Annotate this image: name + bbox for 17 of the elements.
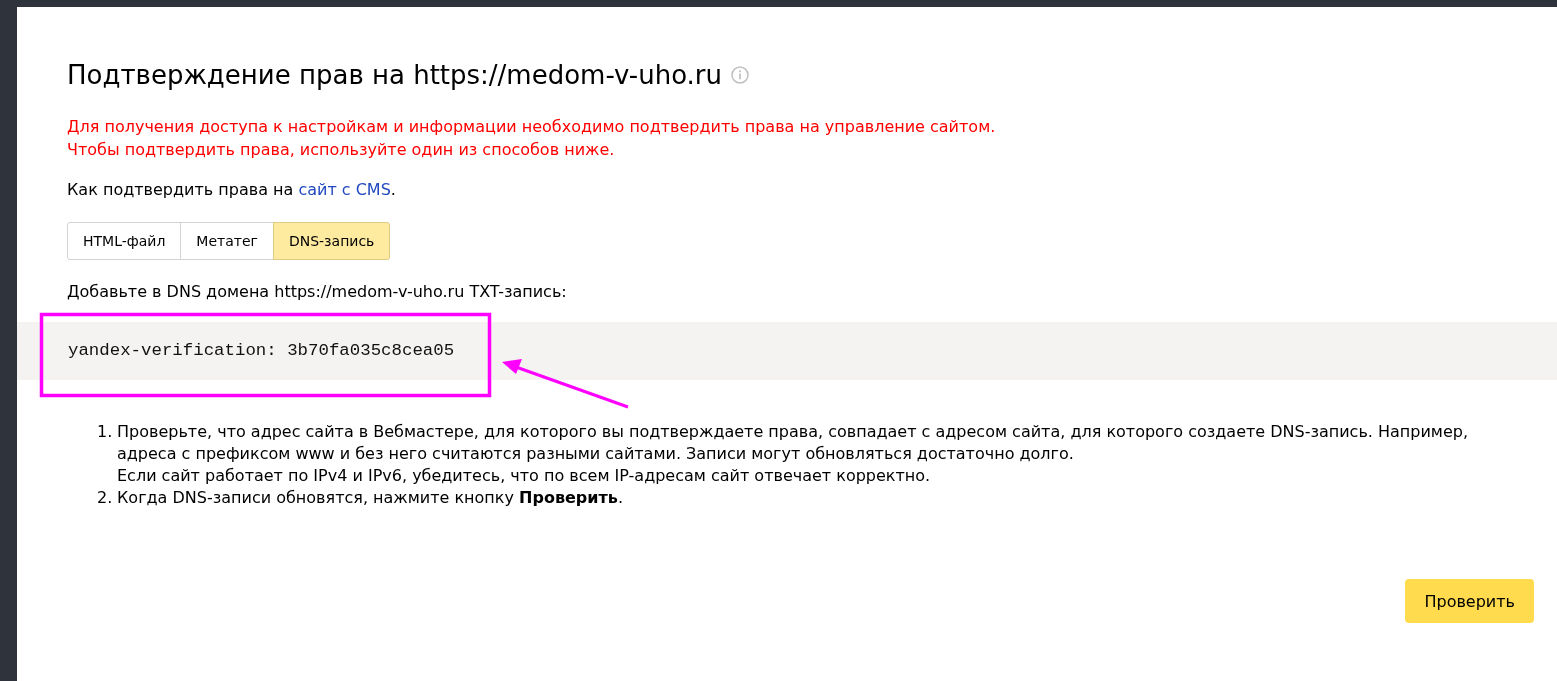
method-tab[interactable]: DNS-запись bbox=[272, 222, 391, 260]
warning-text: Чтобы подтвердить права, используйте один из способов ниже. bbox=[67, 139, 615, 161]
step-text: Когда DNS-записи обновятся, нажмите кнопку Проверить. bbox=[117, 487, 623, 509]
step-text: Проверьте, что адрес сайта в Вебмастере, для которого вы подтверждаете права, совпадает с адресом сайта, для которого создаете DNS-запись. Например, адреса с префиксом www и без него считаются разными сайтами. Записи могут обновляться достаточно долго. bbox=[117, 421, 1470, 465]
step-text: Если сайт работает по IPv4 и IPv6, убедитесь, что по всем IP-адресам сайт отвечает корректно. bbox=[117, 465, 932, 487]
cms-link[interactable]: сайт с CMS bbox=[298, 180, 391, 199]
page-title: Подтверждение прав на https://medom-v-uho.ru bbox=[67, 59, 723, 91]
dns-record-text: yandex-verification: 3b70fa035c8cea05 bbox=[68, 341, 455, 360]
step-number: 2. bbox=[97, 487, 114, 509]
cms-hint-text: Как подтвердить права на сайт с CMS. bbox=[67, 179, 396, 201]
step-number: 1. bbox=[97, 421, 114, 443]
warning-text: Для получения доступа к настройкам и информации необходимо подтвердить права на управление сайтом. bbox=[67, 116, 996, 138]
method-tab[interactable]: HTML-файл bbox=[67, 222, 182, 260]
instruction-text: Добавьте в DNS домена https://medom-v-uho.ru TXT-запись: bbox=[67, 281, 567, 303]
check-button[interactable]: Проверить bbox=[1405, 579, 1534, 623]
info-icon[interactable] bbox=[731, 66, 750, 84]
method-tab[interactable]: Метатег bbox=[180, 222, 274, 260]
